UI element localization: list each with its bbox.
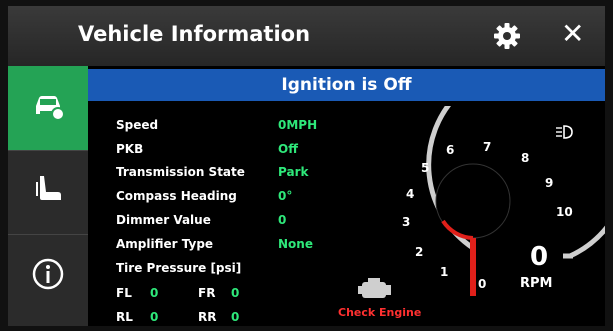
- rpm-value: 0: [530, 242, 549, 272]
- tab-vehicle-info[interactable]: [8, 66, 88, 151]
- gauge-tick-label: 1: [440, 265, 448, 279]
- tire-fl-label: FL: [116, 286, 132, 300]
- tab-info[interactable]: [8, 234, 88, 318]
- tire-fr-label: FR: [198, 286, 216, 300]
- transmission-value: Park: [278, 165, 309, 179]
- rpm-gauge: 0 1 2 3 45 6 7 8 9 10: [358, 106, 605, 298]
- content-panel: Ignition is Off Speed 0MPH PKB Off Trans…: [88, 66, 605, 326]
- tire-rr-value: 0: [231, 310, 240, 324]
- gauge-tick-label: 8: [521, 151, 529, 165]
- compass-label: Compass Heading: [116, 189, 237, 203]
- tire-fr-value: 0: [231, 286, 240, 300]
- tire-pressure-label: Tire Pressure [psi]: [116, 261, 242, 275]
- amplifier-label: Amplifier Type: [116, 237, 214, 251]
- gauge-tick-label: 4: [406, 187, 414, 201]
- info-icon: [32, 258, 64, 290]
- sidebar: [8, 66, 88, 326]
- check-engine-warning: Check Engine: [338, 306, 422, 319]
- speed-value: 0MPH: [278, 118, 318, 132]
- headlight-icon: [556, 125, 573, 139]
- gauge-tick-label: 10: [556, 205, 573, 219]
- gear-icon[interactable]: [492, 21, 522, 51]
- gauge-tick-label: 2: [415, 245, 423, 259]
- tab-seat[interactable]: [8, 150, 88, 235]
- amplifier-value: None: [278, 237, 313, 251]
- speed-label: Speed: [116, 118, 159, 132]
- seat-icon: [36, 176, 61, 200]
- tire-rl-label: RL: [116, 310, 133, 324]
- gauge-tick-label: 0: [478, 277, 486, 291]
- car-info-icon: [36, 96, 65, 121]
- pkb-label: PKB: [116, 142, 144, 156]
- gauge-tick-label: 3: [402, 215, 410, 229]
- transmission-label: Transmission State: [116, 165, 245, 179]
- close-icon[interactable]: ✕: [561, 17, 584, 50]
- dimmer-value: 0: [278, 213, 287, 227]
- compass-value: 0°: [278, 189, 293, 203]
- rpm-unit-label: RPM: [520, 276, 553, 291]
- tire-rl-value: 0: [150, 310, 159, 324]
- gauge-tick-label: 5: [421, 161, 429, 175]
- gauge-tick-label: 9: [545, 176, 553, 190]
- page-title: Vehicle Information: [78, 22, 311, 46]
- gauge-tick-label: 7: [483, 140, 491, 154]
- tire-rr-label: RR: [198, 310, 217, 324]
- engine-icon: [358, 278, 391, 298]
- pkb-value: Off: [278, 142, 298, 156]
- dimmer-label: Dimmer Value: [116, 213, 211, 227]
- tire-fl-value: 0: [150, 286, 159, 300]
- ignition-status-banner: Ignition is Off: [88, 69, 605, 101]
- gauge-tick-label: 6: [446, 143, 454, 157]
- screen: Vehicle Information ✕ Ignition is Off Sp…: [8, 6, 605, 326]
- title-bar: Vehicle Information ✕: [8, 6, 605, 67]
